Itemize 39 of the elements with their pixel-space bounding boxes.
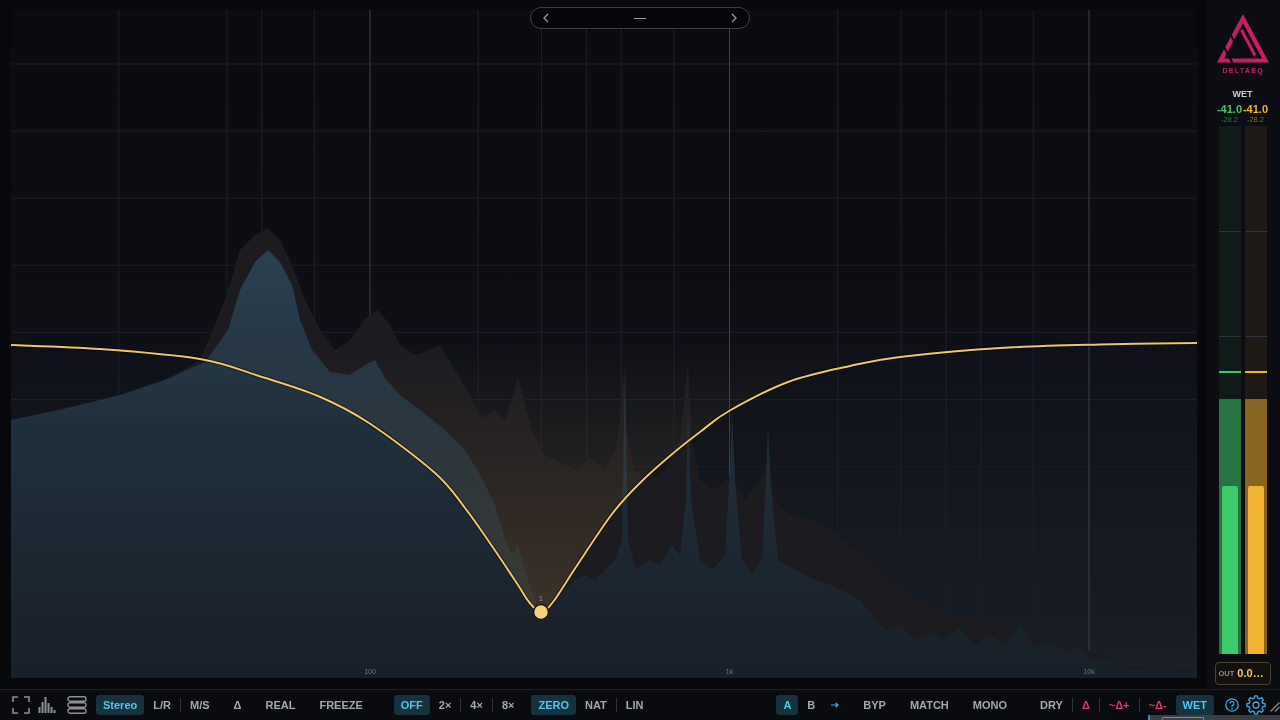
- oversampling-button[interactable]: 8×: [494, 695, 522, 715]
- channel-mode-button[interactable]: M/S: [183, 695, 217, 715]
- meter-reading: -41.0: [1216, 103, 1243, 115]
- chevron-left-icon[interactable]: [543, 13, 549, 23]
- channel-mode-button[interactable]: L/R: [146, 695, 178, 715]
- phase-mode-button[interactable]: ZERO: [531, 695, 576, 715]
- compare-toggle[interactable]: MATCH: [902, 695, 956, 715]
- fullscreen-icon[interactable]: [12, 696, 30, 714]
- oversampling-button[interactable]: 2×: [431, 695, 459, 715]
- analyzer-toggle[interactable]: FREEZE: [312, 695, 370, 715]
- analyzer-toggle[interactable]: REAL: [258, 695, 303, 715]
- resize-grip-icon[interactable]: [1270, 702, 1280, 712]
- output-value: 0.0…: [1237, 667, 1264, 680]
- ab-slot-button[interactable]: B: [800, 695, 823, 715]
- listen-mode-button[interactable]: Δ: [1074, 695, 1097, 715]
- listen-mode-button[interactable]: ~Δ+: [1101, 695, 1137, 715]
- meter-source-label: WET: [1232, 89, 1253, 100]
- ab-slot-button[interactable]: A: [776, 695, 799, 715]
- preset-name[interactable]: —: [634, 11, 646, 25]
- meter-reading: -41.0: [1242, 103, 1269, 115]
- phase-mode-button[interactable]: NAT: [578, 695, 614, 715]
- listen-mode-button[interactable]: ~Δ-: [1141, 695, 1174, 715]
- compare-toggle[interactable]: MONO: [965, 695, 1015, 715]
- compare-toggle[interactable]: BYP: [856, 695, 893, 715]
- help-icon[interactable]: [1225, 698, 1239, 712]
- analyzer-toggle[interactable]: Δ: [226, 695, 249, 715]
- listen-mode-button[interactable]: WET: [1175, 695, 1214, 715]
- bar-chart-icon[interactable]: [38, 696, 56, 714]
- phase-mode-button[interactable]: LIN: [618, 695, 651, 715]
- band-number: 1: [538, 594, 544, 603]
- channel-mode-button[interactable]: Stereo: [96, 695, 145, 715]
- listen-mode-button[interactable]: DRY: [1033, 695, 1070, 715]
- stacked-rows-icon[interactable]: [67, 696, 87, 714]
- chevron-right-icon[interactable]: [731, 13, 737, 23]
- settings-icon[interactable]: [1246, 695, 1266, 715]
- oversampling-button[interactable]: OFF: [393, 695, 430, 715]
- arrow-right-icon[interactable]: [831, 702, 840, 708]
- triangle-logo-icon: [1216, 14, 1269, 64]
- oversampling-button[interactable]: 4×: [463, 695, 490, 715]
